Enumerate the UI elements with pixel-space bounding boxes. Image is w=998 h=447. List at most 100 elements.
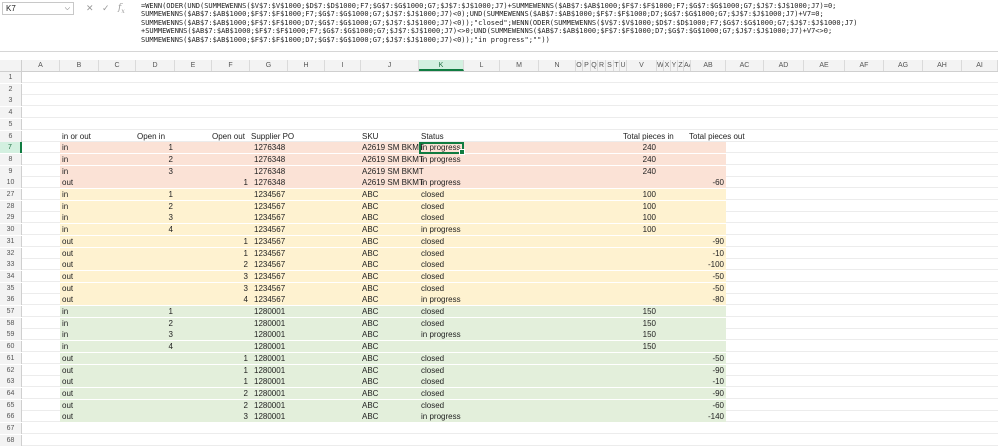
- row-header[interactable]: 60: [0, 341, 22, 353]
- cell-in-or-out[interactable]: in: [62, 224, 68, 235]
- formula-text[interactable]: =WENN(ODER(UND(SUMMEWENNS($V$7:$V$1000;$…: [141, 2, 996, 50]
- row-header[interactable]: 35: [0, 282, 22, 294]
- row-header[interactable]: 5: [0, 118, 22, 130]
- cell-open-out[interactable]: 1: [208, 236, 248, 247]
- row-header[interactable]: 68: [0, 434, 22, 446]
- column-header-u[interactable]: U: [620, 60, 627, 71]
- cell-status[interactable]: closed: [421, 248, 444, 259]
- cell-open-out[interactable]: 1: [208, 353, 248, 364]
- cell-open-out[interactable]: [208, 306, 248, 317]
- row-header[interactable]: 66: [0, 411, 22, 423]
- column-header-r[interactable]: R: [598, 60, 606, 71]
- cell-total-pieces-in[interactable]: [616, 365, 656, 376]
- column-header-q[interactable]: Q: [591, 60, 598, 71]
- cell-in-or-out[interactable]: in: [62, 154, 68, 165]
- cell-total-pieces-out[interactable]: -60: [684, 177, 724, 188]
- cell-in-or-out[interactable]: out: [62, 259, 73, 270]
- column-header-l[interactable]: L: [464, 60, 500, 71]
- cancel-icon[interactable]: ✕: [86, 3, 94, 14]
- cell-status[interactable]: closed: [421, 283, 444, 294]
- row-header[interactable]: 59: [0, 329, 22, 341]
- cell-total-pieces-out[interactable]: [684, 166, 724, 177]
- cell-supplier-po[interactable]: 1234567: [254, 224, 285, 235]
- header-open-out[interactable]: Open out: [212, 131, 245, 142]
- cell-total-pieces-out[interactable]: [684, 306, 724, 317]
- row-header[interactable]: 58: [0, 317, 22, 329]
- cell-sku[interactable]: ABC: [362, 259, 378, 270]
- column-header-g[interactable]: G: [250, 60, 288, 71]
- cell-sku[interactable]: A2619 SM BKMT: [362, 142, 424, 153]
- select-all-corner[interactable]: [0, 60, 22, 71]
- cell-total-pieces-in[interactable]: 150: [616, 306, 656, 317]
- cell-status[interactable]: closed: [421, 306, 444, 317]
- cell-open-in[interactable]: 1: [133, 142, 173, 153]
- cell-sku[interactable]: A2619 SM BKMT: [362, 154, 424, 165]
- row-header[interactable]: 36: [0, 294, 22, 306]
- cell-status[interactable]: closed: [421, 376, 444, 387]
- row-header[interactable]: 30: [0, 224, 22, 236]
- row-header[interactable]: 65: [0, 399, 22, 411]
- column-header-x[interactable]: X: [664, 60, 671, 71]
- column-header-af[interactable]: AF: [845, 60, 884, 71]
- cell-supplier-po[interactable]: 1276348: [254, 154, 285, 165]
- row-header[interactable]: 31: [0, 235, 22, 247]
- cell-open-in[interactable]: 3: [133, 329, 173, 340]
- row-header[interactable]: 57: [0, 306, 22, 317]
- cell-supplier-po[interactable]: 1234567: [254, 189, 285, 200]
- cell-total-pieces-in[interactable]: 100: [616, 224, 656, 235]
- cell-supplier-po[interactable]: 1276348: [254, 166, 285, 177]
- row-header[interactable]: 33: [0, 259, 22, 271]
- cell-total-pieces-in[interactable]: [616, 283, 656, 294]
- cell-total-pieces-out[interactable]: -50: [684, 283, 724, 294]
- column-header-ae[interactable]: AE: [804, 60, 845, 71]
- column-header-j[interactable]: J: [361, 60, 419, 71]
- header-status[interactable]: Status: [421, 131, 444, 142]
- cell-open-out[interactable]: 2: [208, 388, 248, 399]
- cell-open-in[interactable]: [133, 400, 173, 411]
- cell-status[interactable]: in progress: [421, 329, 461, 340]
- cell-sku[interactable]: ABC: [362, 201, 378, 212]
- row-header[interactable]: 61: [0, 352, 22, 364]
- cell-in-or-out[interactable]: in: [62, 318, 68, 329]
- cell-sku[interactable]: ABC: [362, 353, 378, 364]
- cell-in-or-out[interactable]: in: [62, 212, 68, 223]
- cell-open-in[interactable]: [133, 236, 173, 247]
- column-header-ab[interactable]: AB: [691, 60, 726, 71]
- cell-open-out[interactable]: [208, 329, 248, 340]
- cell-open-in[interactable]: [133, 365, 173, 376]
- cell-in-or-out[interactable]: out: [62, 376, 73, 387]
- cell-open-out[interactable]: [208, 154, 248, 165]
- column-header-m[interactable]: M: [500, 60, 539, 71]
- cell-status[interactable]: in progress: [421, 224, 461, 235]
- cell-total-pieces-in[interactable]: 240: [616, 154, 656, 165]
- cell-open-in[interactable]: 2: [133, 318, 173, 329]
- cell-supplier-po[interactable]: 1234567: [254, 212, 285, 223]
- cell-supplier-po[interactable]: 1280001: [254, 365, 285, 376]
- cell-status[interactable]: closed: [421, 271, 444, 282]
- cell-sku[interactable]: ABC: [362, 318, 378, 329]
- cell-total-pieces-out[interactable]: [684, 329, 724, 340]
- row-header[interactable]: 64: [0, 387, 22, 399]
- cell-sku[interactable]: ABC: [362, 365, 378, 376]
- cell-open-in[interactable]: 4: [133, 224, 173, 235]
- cell-total-pieces-out[interactable]: [684, 189, 724, 200]
- header-open-in[interactable]: Open in: [137, 131, 165, 142]
- cell-in-or-out[interactable]: out: [62, 283, 73, 294]
- cell-open-in[interactable]: [133, 248, 173, 259]
- cell-open-out[interactable]: 1: [208, 248, 248, 259]
- cell-sku[interactable]: ABC: [362, 306, 378, 317]
- cell-sku[interactable]: ABC: [362, 411, 378, 422]
- cell-in-or-out[interactable]: out: [62, 365, 73, 376]
- cell-total-pieces-out[interactable]: -10: [684, 376, 724, 387]
- cell-open-in[interactable]: 2: [133, 201, 173, 212]
- cell-total-pieces-in[interactable]: 240: [616, 166, 656, 177]
- cell-total-pieces-out[interactable]: -90: [684, 365, 724, 376]
- row-header[interactable]: 32: [0, 247, 22, 259]
- cell-supplier-po[interactable]: 1276348: [254, 142, 285, 153]
- cell-status[interactable]: closed: [421, 212, 444, 223]
- cell-total-pieces-in[interactable]: 240: [616, 142, 656, 153]
- cell-supplier-po[interactable]: 1234567: [254, 294, 285, 305]
- cell-supplier-po[interactable]: 1280001: [254, 329, 285, 340]
- cell-open-in[interactable]: [133, 259, 173, 270]
- cell-total-pieces-out[interactable]: [684, 201, 724, 212]
